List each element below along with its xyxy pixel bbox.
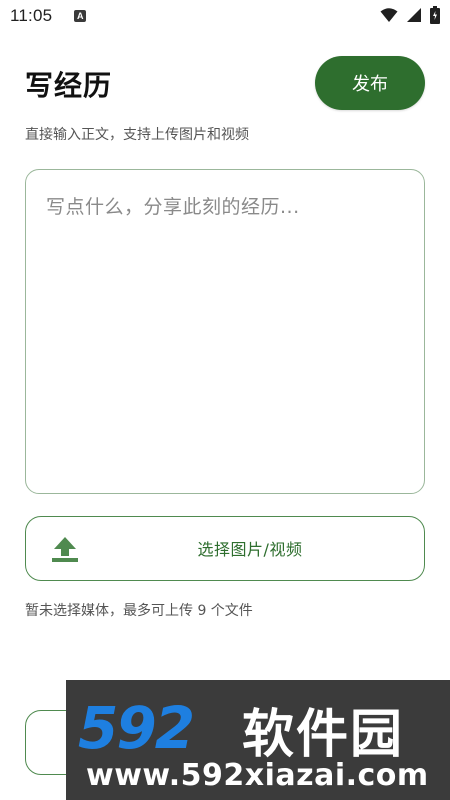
- signal-icon: [407, 8, 421, 22]
- wifi-icon: [380, 8, 398, 22]
- content-placeholder: 写点什么，分享此刻的经历...: [46, 196, 300, 218]
- publish-button[interactable]: 发布: [315, 56, 425, 110]
- page-subtitle: 直接输入正文，支持上传图片和视频: [25, 127, 249, 143]
- watermark-url: www.592xiazai.com: [86, 758, 429, 793]
- media-status-text: 暂未选择媒体，最多可上传 9 个文件: [25, 603, 253, 619]
- page-title: 写经历: [25, 69, 113, 102]
- battery-icon: [430, 6, 440, 24]
- watermark-logo-text: 软件园: [242, 705, 405, 765]
- content-textarea[interactable]: 写点什么，分享此刻的经历...: [25, 169, 425, 494]
- status-bar: 11:05 A: [0, 0, 450, 32]
- select-media-label: 选择图片/视频: [197, 540, 303, 559]
- notification-a-icon: A: [74, 10, 87, 22]
- watermark-banner: 592 软件园 www.592xiazai.com: [66, 680, 450, 800]
- status-icons: [380, 6, 440, 24]
- select-media-button[interactable]: 选择图片/视频: [25, 516, 425, 581]
- status-time: 11:05: [10, 6, 53, 25]
- watermark-logo-number: 592: [78, 694, 195, 762]
